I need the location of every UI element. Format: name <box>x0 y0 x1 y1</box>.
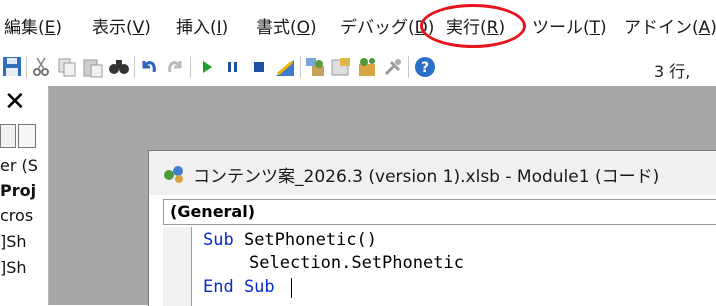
menu-tools[interactable]: ツール(T) <box>532 13 607 38</box>
toolbar-separator <box>300 56 301 78</box>
menu-addins[interactable]: アドイン(A) <box>624 13 716 38</box>
close-icon[interactable]: ✕ <box>4 87 26 117</box>
project-explorer: ✕ er (S Proj cros ]Sh ]Sh <box>0 86 49 305</box>
svg-text:?: ? <box>421 60 429 76</box>
code-line-1: Sub SetPhonetic() <box>203 230 378 250</box>
code-window-title: コンテンツ案_2026.3 (version 1).xlsb - Module1… <box>193 167 660 187</box>
tree-item[interactable]: ]Sh <box>0 258 27 277</box>
menu-edit[interactable]: 編集(E) <box>4 13 62 38</box>
tree-item[interactable]: er (S <box>0 156 38 175</box>
toolbar-separator <box>190 56 191 78</box>
redo-icon[interactable] <box>164 56 186 78</box>
project-explorer-icon[interactable] <box>304 56 326 78</box>
toolbar-separator <box>134 56 135 78</box>
find-icon[interactable] <box>108 56 130 78</box>
menu-view[interactable]: 表示(V) <box>92 13 151 38</box>
run-icon[interactable] <box>196 56 218 78</box>
undo-icon[interactable] <box>138 56 160 78</box>
toolbar-separator <box>26 56 27 78</box>
object-browser-icon[interactable] <box>356 56 378 78</box>
reset-icon[interactable] <box>248 56 270 78</box>
margin-indicator-bar <box>163 227 192 306</box>
properties-icon[interactable] <box>330 56 352 78</box>
object-combo-value: (General) <box>170 202 256 221</box>
toolbar-separator <box>408 56 409 78</box>
save-icon[interactable] <box>2 56 24 78</box>
tree-item[interactable]: cros <box>0 206 33 225</box>
tree-item[interactable]: ]Sh <box>0 232 27 251</box>
break-icon[interactable] <box>222 56 244 78</box>
code-line-3: End Sub <box>203 277 275 297</box>
cursor-position: 3 行, <box>654 62 691 81</box>
standard-toolbar: ? 3 行, <box>0 48 716 86</box>
help-icon[interactable]: ? <box>414 56 436 78</box>
object-combo[interactable]: (General) <box>163 199 716 225</box>
code-line-2: Selection.SetPhonetic <box>249 253 464 273</box>
paste-icon[interactable] <box>82 56 104 78</box>
highlight-circle <box>420 4 526 48</box>
code-editor[interactable]: Sub SetPhonetic() Selection.SetPhonetic … <box>163 227 716 306</box>
view-code-button[interactable] <box>0 124 16 148</box>
module-icon <box>164 166 183 183</box>
code-window: コンテンツ案_2026.3 (version 1).xlsb - Module1… <box>148 150 716 306</box>
menu-format[interactable]: 書式(O) <box>256 13 317 38</box>
tree-item[interactable]: Proj <box>0 181 36 200</box>
cut-icon[interactable] <box>30 56 52 78</box>
toolbox-icon[interactable] <box>382 56 404 78</box>
code-window-titlebar[interactable]: コンテンツ案_2026.3 (version 1).xlsb - Module1… <box>149 151 716 195</box>
text-caret <box>291 278 292 298</box>
copy-icon[interactable] <box>56 56 78 78</box>
chevron-down-icon[interactable] <box>18 124 36 148</box>
menu-insert[interactable]: 挿入(I) <box>176 13 228 38</box>
design-mode-icon[interactable] <box>274 56 296 78</box>
menu-bar: 編集(E) 表示(V) 挿入(I) 書式(O) デバッグ(D) 実行(R) ツー… <box>0 0 716 48</box>
